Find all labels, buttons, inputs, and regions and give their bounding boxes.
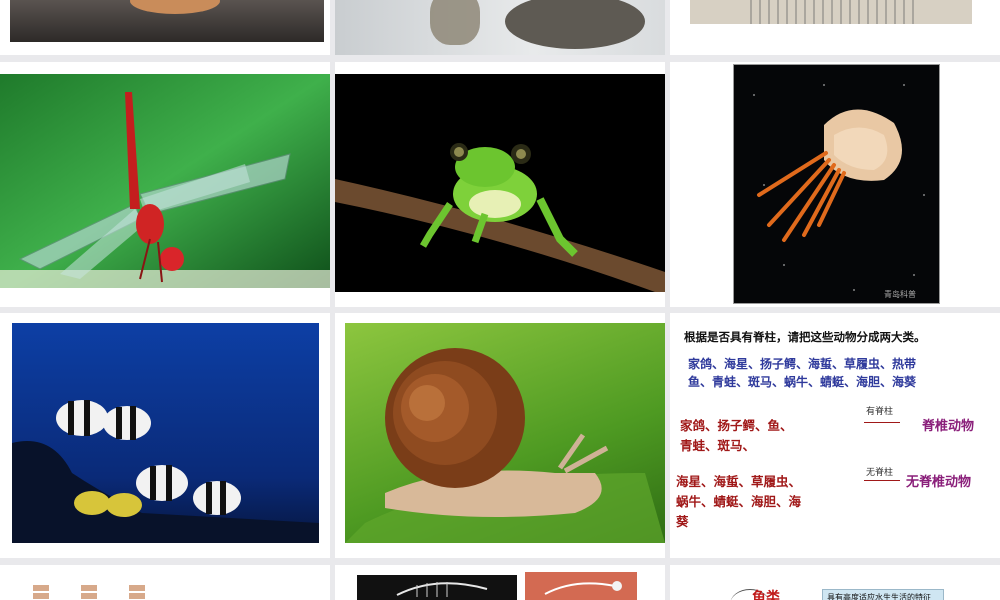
vertebrate-group-line1: 家鸽、扬子鳄、鱼、 <box>680 418 793 433</box>
slide-thumb-tropical-fish[interactable] <box>0 313 330 558</box>
classify-question: 根据是否具有脊柱，请把这些动物分成两大类。 <box>684 330 926 344</box>
slide-thumb-spine[interactable] <box>0 565 330 600</box>
slide-thumb-dragonfly[interactable] <box>0 62 330 307</box>
slide-thumb-fish-class[interactable]: 鱼类 具有高度适应水生生活的特征 <box>670 565 1000 600</box>
fish-feature-box: 具有高度适应水生生活的特征 <box>822 589 944 600</box>
snail-photo <box>345 323 665 543</box>
slide-thumb-jellyfish[interactable]: 青岛科普 <box>670 62 1000 307</box>
dragonfly-photo <box>0 74 330 288</box>
slide-thumb-classify[interactable]: 根据是否具有脊柱，请把这些动物分成两大类。 家鸽、海星、扬子鳄、海蜇、草履虫、热… <box>670 313 1000 558</box>
watermark: 青岛科普 <box>884 289 916 299</box>
slide-thumb-frog[interactable] <box>335 62 665 307</box>
fish-skeleton-photo <box>357 575 517 600</box>
sea-urchin-photo <box>690 0 972 24</box>
vertebrate-arrow-label: 有脊柱 <box>866 407 894 417</box>
vertebrate-group-line2: 青蛙、斑马、 <box>680 438 756 453</box>
invertebrate-arrow-label: 无脊柱 <box>866 468 894 478</box>
slide-thumb-sea-urchin[interactable] <box>670 0 1000 55</box>
jellyfish-photo: 青岛科普 <box>733 64 940 304</box>
vertebrate-arrow <box>864 422 900 423</box>
vertebrate-result: 脊椎动物 <box>922 419 975 434</box>
tadpole-photo <box>335 0 665 55</box>
animal-list-line2: 鱼、青蛙、斑马、蜗牛、蜻蜓、海胆、海葵 <box>688 375 917 389</box>
fish-feature-text: 具有高度适应水生生活的特征 <box>827 593 931 600</box>
animal-list-line1: 家鸽、海星、扬子鳄、海蜇、草履虫、热带 <box>688 357 917 371</box>
spine-diagram <box>25 583 165 600</box>
invertebrate-group-line1: 海星、海蜇、草履虫、 <box>676 474 802 489</box>
slide-thumb-rock-animal[interactable] <box>0 0 330 55</box>
slide-thumb-snail[interactable] <box>335 313 665 558</box>
invertebrate-result: 无脊椎动物 <box>906 475 972 490</box>
animal-skeleton-photo <box>525 572 637 600</box>
frog-photo <box>335 74 665 292</box>
slide-thumb-skeletons[interactable] <box>335 565 665 600</box>
invertebrate-group-line2: 蜗牛、蜻蜓、海胆、海 <box>676 494 802 509</box>
rock-animal-photo <box>10 0 324 42</box>
tropical-fish-photo <box>12 323 319 543</box>
fish-class-title: 鱼类 <box>752 590 780 600</box>
invertebrate-arrow <box>864 480 900 481</box>
slide-thumb-tadpole[interactable] <box>335 0 665 55</box>
invertebrate-group-line3: 葵 <box>676 514 689 529</box>
